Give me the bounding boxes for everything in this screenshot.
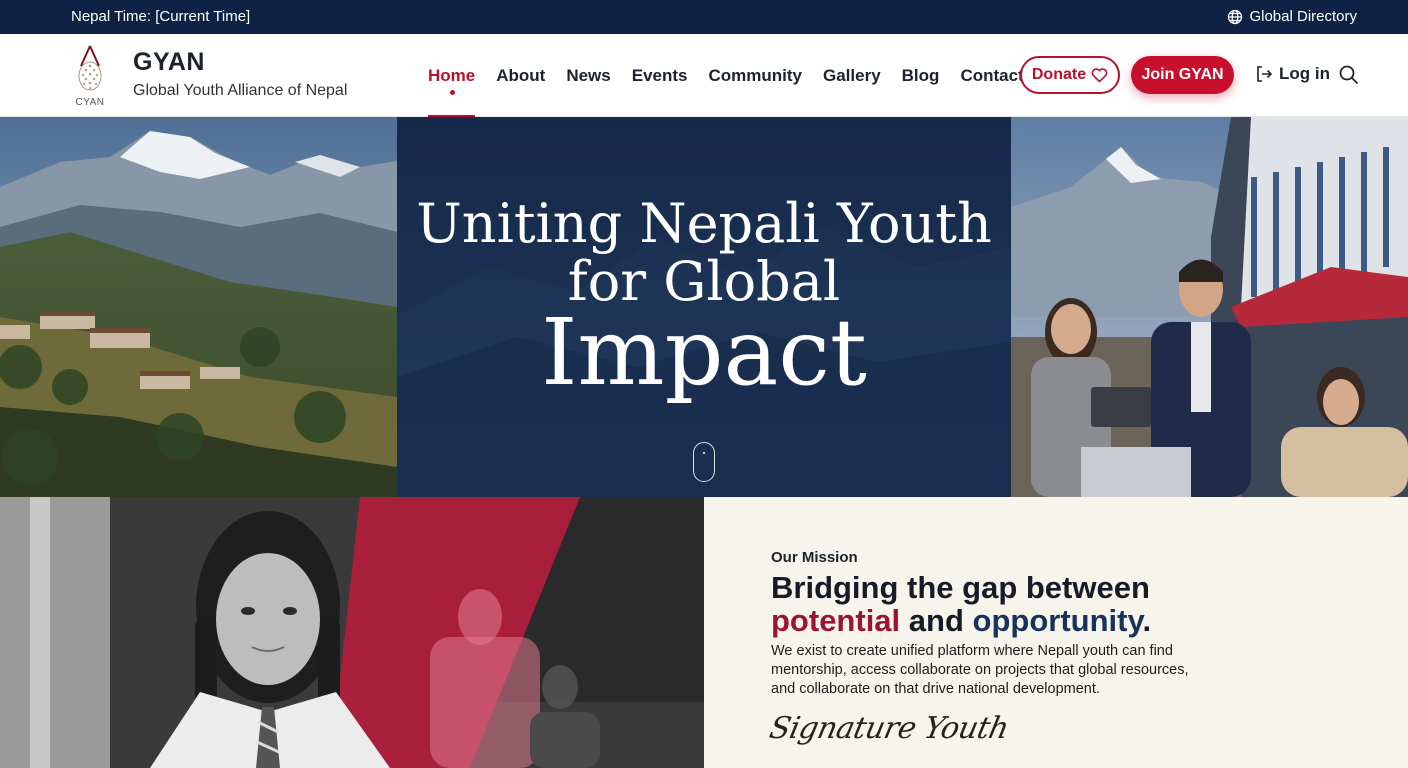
hero-professionals-image <box>1011 117 1408 497</box>
globe-icon <box>1228 9 1243 24</box>
nav-item-community[interactable]: Community <box>709 34 803 117</box>
mission-signature: Signature Youth <box>766 711 1012 746</box>
scroll-down-indicator[interactable] <box>693 442 715 482</box>
donate-label: Donate <box>1031 66 1087 83</box>
nav-item-home[interactable]: Home <box>428 34 476 118</box>
nav-item-gallery[interactable]: Gallery <box>823 34 881 117</box>
login-icon <box>1257 66 1273 82</box>
mission-student-image <box>0 497 704 768</box>
login-label: Log in <box>1279 64 1330 83</box>
top-utility-bar: Nepal Time: [Current Time] Global Direct… <box>0 0 1408 34</box>
main-nav: Home About News Events Community Gallery… <box>428 34 1024 118</box>
mission-heading-and: and <box>908 603 964 638</box>
nav-item-about[interactable]: About <box>496 34 545 117</box>
hero-title-panel: Uniting Nepali Youth for Global Impact <box>397 117 1011 497</box>
mission-heading-opportunity: opportunity <box>972 603 1143 638</box>
nav-item-events[interactable]: Events <box>632 34 688 117</box>
logo-emblem-icon <box>78 45 102 91</box>
nav-item-blog[interactable]: Blog <box>902 34 940 117</box>
hero-title-line1: Uniting Nepali Youth <box>416 192 992 255</box>
mission-heading-period: . <box>1142 603 1152 638</box>
mission-heading-line1: Bridging the gap between <box>771 570 1150 605</box>
donate-button[interactable]: Donate <box>1020 56 1120 94</box>
join-gyan-button[interactable]: Join GYAN <box>1131 56 1234 94</box>
nav-item-contact[interactable]: Contact <box>960 34 1023 117</box>
mission-heading-potential: potential <box>771 603 901 638</box>
global-directory-link[interactable]: Global Directory <box>1227 8 1357 25</box>
nav-item-news[interactable]: News <box>566 34 610 117</box>
login-button[interactable]: Log in <box>1255 64 1330 84</box>
brand-subtitle: Global Youth Alliance of Nepal <box>133 82 348 99</box>
brand-name[interactable]: GYAN <box>133 48 205 77</box>
search-icon[interactable] <box>1338 64 1360 86</box>
logo-text: CYAN <box>75 97 105 108</box>
hero-title: Uniting Nepali Youth for Global Impact <box>397 195 1011 401</box>
nepal-time: Nepal Time: [Current Time] <box>71 8 251 25</box>
heart-icon <box>1091 67 1108 83</box>
hero-mountain-village-image <box>0 117 397 497</box>
logo[interactable]: CYAN <box>70 44 110 108</box>
mission-section: Our Mission Bridging the gap between pot… <box>704 497 1408 768</box>
global-directory-label: Global Directory <box>1249 8 1357 25</box>
hero-title-line3: Impact <box>541 299 867 406</box>
mission-heading: Bridging the gap between potential and o… <box>771 571 1151 637</box>
mission-eyebrow: Our Mission <box>771 549 858 566</box>
site-header: CYAN GYAN Global Youth Alliance of Nepal… <box>0 34 1408 118</box>
mission-body: We exist to create unified platform wher… <box>771 643 1189 697</box>
hero-section: Uniting Nepali Youth for Global Impact <box>0 117 1408 497</box>
